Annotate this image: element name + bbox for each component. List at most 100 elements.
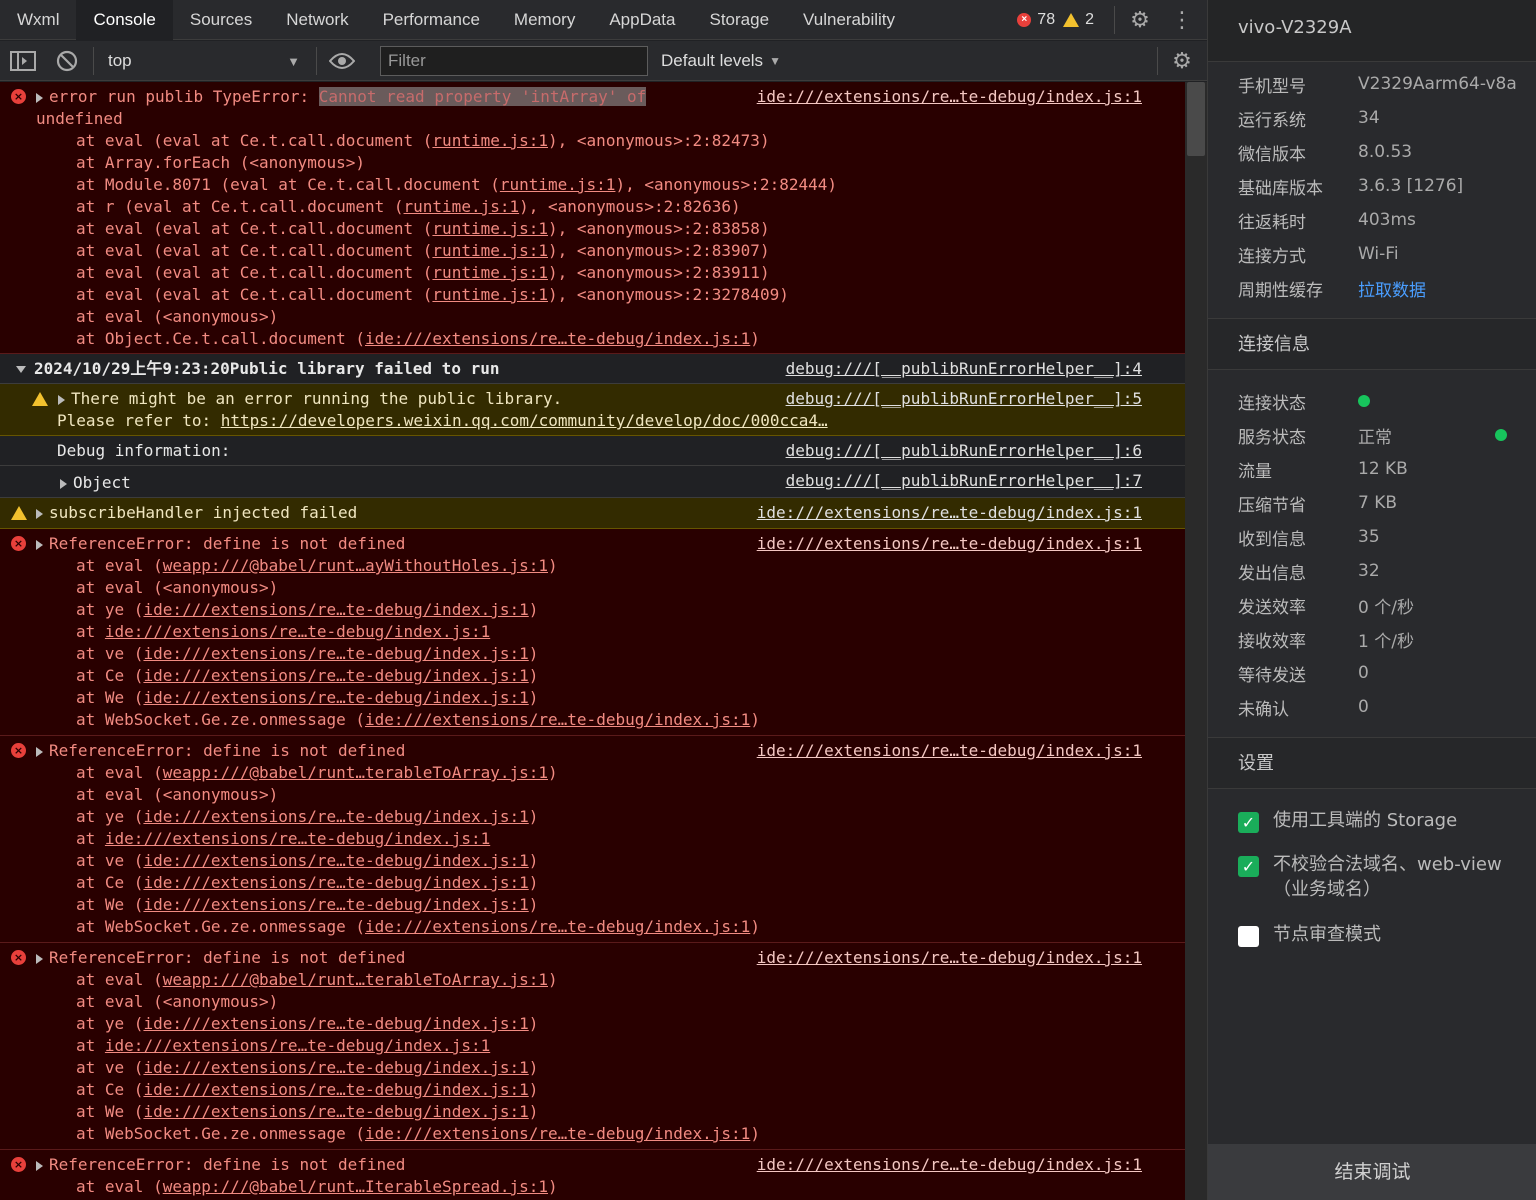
end-debug-button[interactable]: 结束调试 xyxy=(1208,1144,1536,1200)
stack-link[interactable]: ide:///extensions/re…te-debug/index.js:1 xyxy=(365,1124,750,1143)
console-error-message[interactable]: × ide:///extensions/re…te-debug/index.js… xyxy=(0,82,1185,354)
expand-arrow-icon[interactable] xyxy=(36,508,43,519)
tab-network[interactable]: Network xyxy=(269,0,365,40)
stack-link[interactable]: runtime.js:1 xyxy=(404,197,520,216)
error-icon: × xyxy=(11,950,26,965)
stack-link[interactable]: weapp:///@babel/runt…ayWithoutHoles.js:1 xyxy=(163,556,548,575)
stack-frame: at ve (ide:///extensions/re…te-debug/ind… xyxy=(76,851,539,870)
stack-link[interactable]: ide:///extensions/re…te-debug/index.js:1 xyxy=(143,644,528,663)
stack-link[interactable]: runtime.js:1 xyxy=(432,131,548,150)
stack-link[interactable]: ide:///extensions/re…te-debug/index.js:1 xyxy=(143,688,528,707)
expand-arrow-icon[interactable] xyxy=(36,92,43,103)
context-selector[interactable]: top ▼ xyxy=(108,41,308,81)
setting-use-tool-storage[interactable]: ✓ 使用工具端的 Storage xyxy=(1208,806,1536,850)
setting-node-inspect-mode[interactable]: 节点审查模式 xyxy=(1208,920,1536,964)
stack-link[interactable]: ide:///extensions/re…te-debug/index.js:1 xyxy=(143,600,528,619)
live-expression-eye-icon[interactable] xyxy=(329,41,355,81)
stack-link[interactable]: ide:///extensions/re…te-debug/index.js:1 xyxy=(105,622,490,641)
stack-link[interactable]: runtime.js:1 xyxy=(432,263,548,282)
settings-list: ✓ 使用工具端的 Storage ✓ 不校验合法域名、web-view（业务域名） … xyxy=(1208,806,1536,964)
more-options-icon[interactable]: ⋮ xyxy=(1169,7,1195,33)
stack-link[interactable]: ide:///extensions/re…te-debug/index.js:1 xyxy=(143,1080,528,1099)
clear-console-icon[interactable] xyxy=(56,41,78,81)
stack-frame: at Module.8071 (eval at Ce.t.call.docume… xyxy=(76,175,837,194)
stack-link[interactable]: runtime.js:1 xyxy=(432,285,548,304)
sidebar-toggle-icon[interactable] xyxy=(10,41,36,81)
settings-header: 设置 xyxy=(1208,737,1536,789)
stack-link[interactable]: ide:///extensions/re…te-debug/index.js:1 xyxy=(143,873,528,892)
console-scrollbar[interactable] xyxy=(1185,82,1207,1200)
filter-input[interactable]: Filter xyxy=(380,46,648,76)
expand-arrow-icon[interactable] xyxy=(36,1160,43,1171)
stack-link[interactable]: ide:///extensions/re…te-debug/index.js:1 xyxy=(365,917,750,936)
info-row: 周期性缓存 拉取数据 xyxy=(1208,271,1536,305)
stack-link[interactable]: ide:///extensions/re…te-debug/index.js:1 xyxy=(143,1014,528,1033)
console-group-header[interactable]: debug:///[__publibRunErrorHelper__]:4 20… xyxy=(0,354,1185,384)
stack-link[interactable]: ide:///extensions/re…te-debug/index.js:1 xyxy=(105,1036,490,1055)
tab-storage[interactable]: Storage xyxy=(693,0,787,40)
stack-link[interactable]: weapp:///@babel/runt…terableToArray.js:1 xyxy=(163,970,548,989)
source-link[interactable]: debug:///[__publibRunErrorHelper__]:5 xyxy=(786,388,1142,410)
checkbox-checked-icon[interactable]: ✓ xyxy=(1238,812,1259,833)
stack-link[interactable]: ide:///extensions/re…te-debug/index.js:1 xyxy=(143,851,528,870)
conn-row: 服务状态 正常 xyxy=(1208,418,1536,452)
source-link[interactable]: debug:///[__publibRunErrorHelper__]:6 xyxy=(786,440,1142,462)
tab-memory[interactable]: Memory xyxy=(497,0,592,40)
stack-link[interactable]: runtime.js:1 xyxy=(432,219,548,238)
tab-wxml[interactable]: Wxml xyxy=(0,0,76,40)
stack-link[interactable]: ide:///extensions/re…te-debug/index.js:1 xyxy=(143,807,528,826)
stack-link[interactable]: runtime.js:1 xyxy=(432,241,548,260)
source-link[interactable]: ide:///extensions/re…te-debug/index.js:1 xyxy=(757,533,1142,555)
console-warning-message[interactable]: ide:///extensions/re…te-debug/index.js:1… xyxy=(0,498,1185,529)
source-link[interactable]: ide:///extensions/re…te-debug/index.js:1 xyxy=(757,947,1142,969)
stack-link[interactable]: ide:///extensions/re…te-debug/index.js:1 xyxy=(143,666,528,685)
console-error-message[interactable]: × ide:///extensions/re…te-debug/index.js… xyxy=(0,943,1185,1150)
fetch-data-link[interactable]: 拉取数据 xyxy=(1358,276,1426,301)
log-levels-dropdown[interactable]: Default levels ▼ xyxy=(661,41,781,81)
setting-skip-domain-check[interactable]: ✓ 不校验合法域名、web-view（业务域名） xyxy=(1208,850,1536,920)
settings-gear-icon[interactable]: ⚙ xyxy=(1127,7,1153,33)
scrollbar-thumb[interactable] xyxy=(1187,82,1205,156)
stack-link[interactable]: weapp:///@babel/runt…terableToArray.js:1 xyxy=(163,763,548,782)
tab-sources[interactable]: Sources xyxy=(173,0,269,40)
collapse-arrow-icon[interactable] xyxy=(16,366,26,373)
tab-performance[interactable]: Performance xyxy=(366,0,497,40)
doc-link[interactable]: https://developers.weixin.qq.com/communi… xyxy=(221,411,828,430)
stack-link[interactable]: ide:///extensions/re…te-debug/index.js:1 xyxy=(365,329,750,348)
stack-frame: at eval (<anonymous>) xyxy=(76,785,279,804)
expand-arrow-icon[interactable] xyxy=(36,953,43,964)
console-log-message[interactable]: debug:///[__publibRunErrorHelper__]:7 Ob… xyxy=(0,466,1185,498)
checkbox-checked-icon[interactable]: ✓ xyxy=(1238,856,1259,877)
expand-arrow-icon[interactable] xyxy=(36,539,43,550)
console-warning-message[interactable]: debug:///[__publibRunErrorHelper__]:5 Th… xyxy=(0,384,1185,436)
source-link[interactable]: ide:///extensions/re…te-debug/index.js:1 xyxy=(757,1154,1142,1176)
stack-link[interactable]: ide:///extensions/re…te-debug/index.js:1 xyxy=(143,1058,528,1077)
stack-frame: at We (ide:///extensions/re…te-debug/ind… xyxy=(76,1102,539,1121)
console-error-message[interactable]: × ide:///extensions/re…te-debug/index.js… xyxy=(0,736,1185,943)
issue-counter[interactable]: × 78 2 xyxy=(1017,11,1094,29)
tab-vulnerability[interactable]: Vulnerability xyxy=(786,0,912,40)
stack-link[interactable]: ide:///extensions/re…te-debug/index.js:1 xyxy=(143,1102,528,1121)
stack-link[interactable]: ide:///extensions/re…te-debug/index.js:1 xyxy=(105,829,490,848)
source-link[interactable]: debug:///[__publibRunErrorHelper__]:4 xyxy=(786,358,1142,380)
source-link[interactable]: ide:///extensions/re…te-debug/index.js:1 xyxy=(757,502,1142,524)
console-error-message[interactable]: × ide:///extensions/re…te-debug/index.js… xyxy=(0,1150,1185,1200)
stack-frame: at eval (eval at Ce.t.call.document (run… xyxy=(76,131,770,150)
source-link[interactable]: ide:///extensions/re…te-debug/index.js:1 xyxy=(757,740,1142,762)
console-error-message[interactable]: × ide:///extensions/re…te-debug/index.js… xyxy=(0,529,1185,736)
expand-arrow-icon[interactable] xyxy=(36,746,43,757)
warning-icon xyxy=(1063,13,1080,27)
tab-appdata[interactable]: AppData xyxy=(592,0,692,40)
stack-link[interactable]: ide:///extensions/re…te-debug/index.js:1 xyxy=(365,710,750,729)
source-link[interactable]: ide:///extensions/re…te-debug/index.js:1 xyxy=(757,86,1142,108)
source-link[interactable]: debug:///[__publibRunErrorHelper__]:7 xyxy=(786,470,1142,492)
expand-arrow-icon[interactable] xyxy=(60,478,67,489)
console-settings-gear-icon[interactable]: ⚙ xyxy=(1169,48,1195,74)
stack-link[interactable]: weapp:///@babel/runt…IterableSpread.js:1 xyxy=(163,1177,548,1196)
checkbox-unchecked-icon[interactable] xyxy=(1238,926,1259,947)
tab-console[interactable]: Console xyxy=(76,0,173,40)
stack-link[interactable]: runtime.js:1 xyxy=(500,175,616,194)
console-toolbar: top ▼ Filter Default levels ▼ ⚙ xyxy=(0,41,1207,81)
stack-link[interactable]: ide:///extensions/re…te-debug/index.js:1 xyxy=(143,895,528,914)
expand-arrow-icon[interactable] xyxy=(58,394,65,405)
